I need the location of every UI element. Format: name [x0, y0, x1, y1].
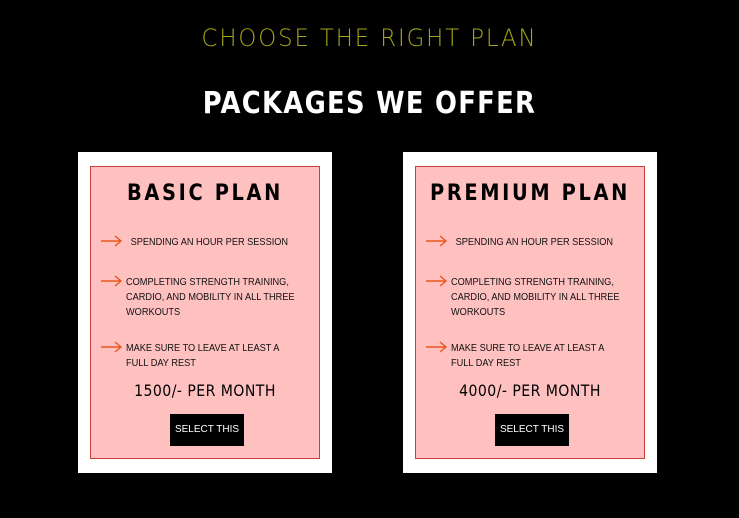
select-premium-plan-button[interactable]: SELECT THIS [495, 414, 569, 446]
feature-item: MAKE SURE TO LEAVE AT LEAST A FULL DAY R… [425, 341, 635, 371]
plan-card-basic: BASIC PLAN SPENDING AN HOUR PER SESSION … [78, 152, 332, 473]
feature-text: SPENDING AN HOUR PER SESSION [130, 237, 289, 248]
feature-item: SPENDING AN HOUR PER SESSION [100, 235, 310, 250]
arrow-right-icon [425, 340, 451, 354]
plan-card-premium: PREMIUM PLAN SPENDING AN HOUR PER SESSIO… [403, 152, 657, 473]
section-eyebrow: CHOOSE THE RIGHT PLAN [201, 24, 538, 52]
plan-price: 4000/- PER MONTH [459, 381, 601, 400]
arrow-right-icon [100, 274, 126, 288]
arrow-right-icon [425, 234, 451, 248]
feature-item: COMPLETING STRENGTH TRAINING, CARDIO, AN… [100, 275, 310, 320]
feature-text: COMPLETING STRENGTH TRAINING, CARDIO, AN… [451, 277, 620, 318]
select-basic-plan-button[interactable]: SELECT THIS [170, 414, 244, 446]
section-title: PACKAGES WE OFFER [202, 86, 537, 121]
feature-text: MAKE SURE TO LEAVE AT LEAST A FULL DAY R… [126, 343, 279, 369]
arrow-right-icon [425, 274, 451, 288]
feature-text: SPENDING AN HOUR PER SESSION [455, 237, 614, 248]
plan-title: BASIC PLAN [127, 181, 283, 206]
plan-price: 1500/- PER MONTH [134, 381, 276, 400]
arrow-right-icon [100, 234, 126, 248]
plan-title: PREMIUM PLAN [430, 181, 630, 206]
feature-item: MAKE SURE TO LEAVE AT LEAST A FULL DAY R… [100, 341, 310, 371]
feature-text: COMPLETING STRENGTH TRAINING, CARDIO, AN… [126, 277, 295, 318]
feature-item: COMPLETING STRENGTH TRAINING, CARDIO, AN… [425, 275, 635, 320]
feature-text: MAKE SURE TO LEAVE AT LEAST A FULL DAY R… [451, 343, 604, 369]
feature-item: SPENDING AN HOUR PER SESSION [425, 235, 635, 250]
arrow-right-icon [100, 340, 126, 354]
plan-card-inner: BASIC PLAN SPENDING AN HOUR PER SESSION … [90, 166, 320, 459]
plan-card-inner: PREMIUM PLAN SPENDING AN HOUR PER SESSIO… [415, 166, 645, 459]
